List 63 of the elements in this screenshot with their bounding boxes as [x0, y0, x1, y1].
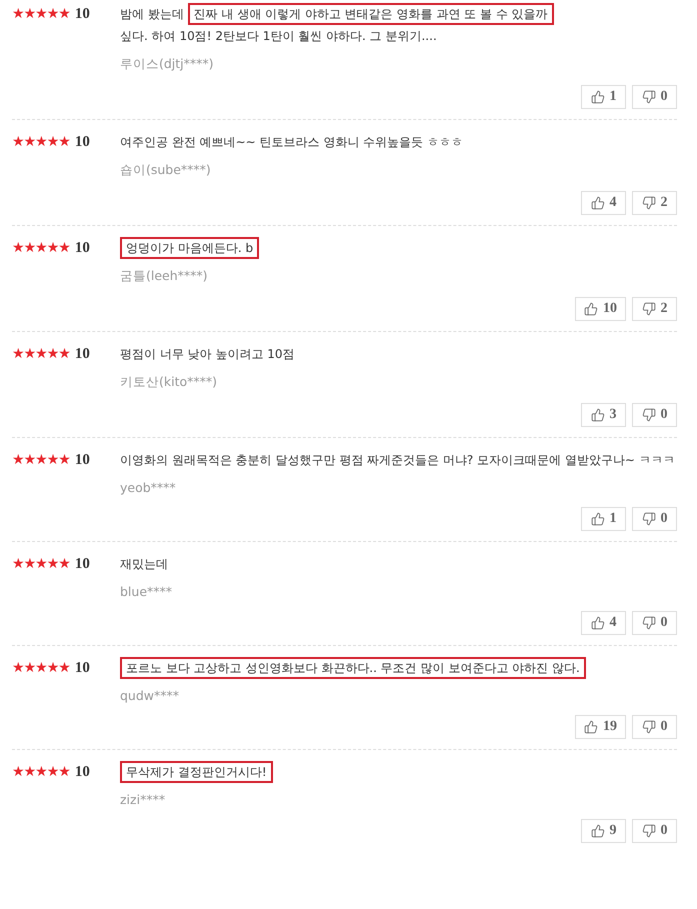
author-name: 루이스(djtj****) [120, 56, 214, 73]
star-rating: ★★★★★ [12, 660, 70, 676]
review-text: 엉덩이가 마음에든다. b [120, 236, 677, 259]
thumbs-down-icon [642, 302, 656, 316]
thumbs-down-icon [642, 512, 656, 526]
review-text: 밤에 봤는데 진짜 내 생애 이렇게 야하고 변태같은 영화를 과연 또 볼 수 있을까 싶다. 하여 10점! 2탄보다 1탄이 훨씬 야하다. 그 분위기.... [120, 2, 677, 47]
thumbs-up-icon [584, 302, 598, 316]
thumbs-up-icon [590, 824, 604, 838]
rating-score: 10 [74, 346, 90, 362]
thumbs-up-icon [590, 196, 604, 210]
rating-score: 10 [74, 6, 90, 22]
thumbs-down-icon [642, 408, 656, 422]
star-rating: ★★★★★ [12, 240, 70, 256]
author-name: zizi**** [120, 792, 166, 807]
like-button[interactable]: 1 [581, 85, 626, 109]
review-text: 무삭제가 결정판인거시다! [120, 760, 677, 783]
thumbs-up-icon [590, 512, 604, 526]
like-button[interactable]: 9 [581, 819, 626, 843]
dislike-button[interactable]: 0 [632, 507, 677, 531]
dislike-button[interactable]: 2 [632, 297, 677, 321]
rating-score: 10 [74, 556, 90, 572]
star-rating: ★★★★★ [12, 6, 70, 22]
star-rating: ★★★★★ [12, 346, 70, 362]
review-text: 평점이 너무 낮아 높이려고 10점 [120, 346, 296, 363]
like-button[interactable]: 4 [581, 611, 626, 635]
author-name: 키토산(kito****) [120, 374, 218, 391]
thumbs-down-icon [642, 616, 656, 630]
thumbs-up-icon [590, 408, 604, 422]
rating-score: 10 [74, 764, 90, 780]
star-rating: ★★★★★ [12, 452, 70, 468]
like-button[interactable]: 4 [581, 191, 626, 215]
author-name: blue**** [120, 584, 172, 599]
thumbs-down-icon [642, 824, 656, 838]
author-name: qudw**** [120, 688, 180, 703]
author-name: 굼틀(leeh****) [120, 268, 208, 285]
star-rating: ★★★★★ [12, 134, 70, 150]
like-button[interactable]: 1 [581, 507, 626, 531]
dislike-button[interactable]: 0 [632, 715, 677, 739]
thumbs-up-icon [590, 616, 604, 630]
like-button[interactable]: 3 [581, 403, 626, 427]
like-button[interactable]: 19 [575, 715, 626, 739]
dislike-button[interactable]: 0 [632, 611, 677, 635]
dislike-button[interactable]: 0 [632, 403, 677, 427]
like-button[interactable]: 10 [575, 297, 626, 321]
thumbs-up-icon [584, 720, 598, 734]
dislike-button[interactable]: 2 [632, 191, 677, 215]
rating-score: 10 [74, 240, 90, 256]
dislike-button[interactable]: 0 [632, 85, 677, 109]
star-rating: ★★★★★ [12, 556, 70, 572]
review-text: 이영화의 원래목적은 충분히 달성했구만 평점 짜게준것들은 머냐? 모자이크때문에 열받았구나~ ㅋㅋㅋ [120, 452, 676, 469]
review-text: 여주인공 완전 예쁘네~~ 틴토브라스 영화니 수위높을듯 ㅎㅎㅎ [120, 134, 464, 151]
thumbs-down-icon [642, 90, 656, 104]
dislike-button[interactable]: 0 [632, 819, 677, 843]
thumbs-down-icon [642, 196, 656, 210]
rating-score: 10 [74, 452, 90, 468]
review-text: 재밌는데 [120, 556, 169, 573]
author-name: yeob**** [120, 480, 176, 495]
rating-score: 10 [74, 134, 90, 150]
thumbs-up-icon [590, 90, 604, 104]
star-rating: ★★★★★ [12, 764, 70, 780]
rating-score: 10 [74, 660, 90, 676]
thumbs-down-icon [642, 720, 656, 734]
author-name: 숍이(sube****) [120, 162, 211, 179]
